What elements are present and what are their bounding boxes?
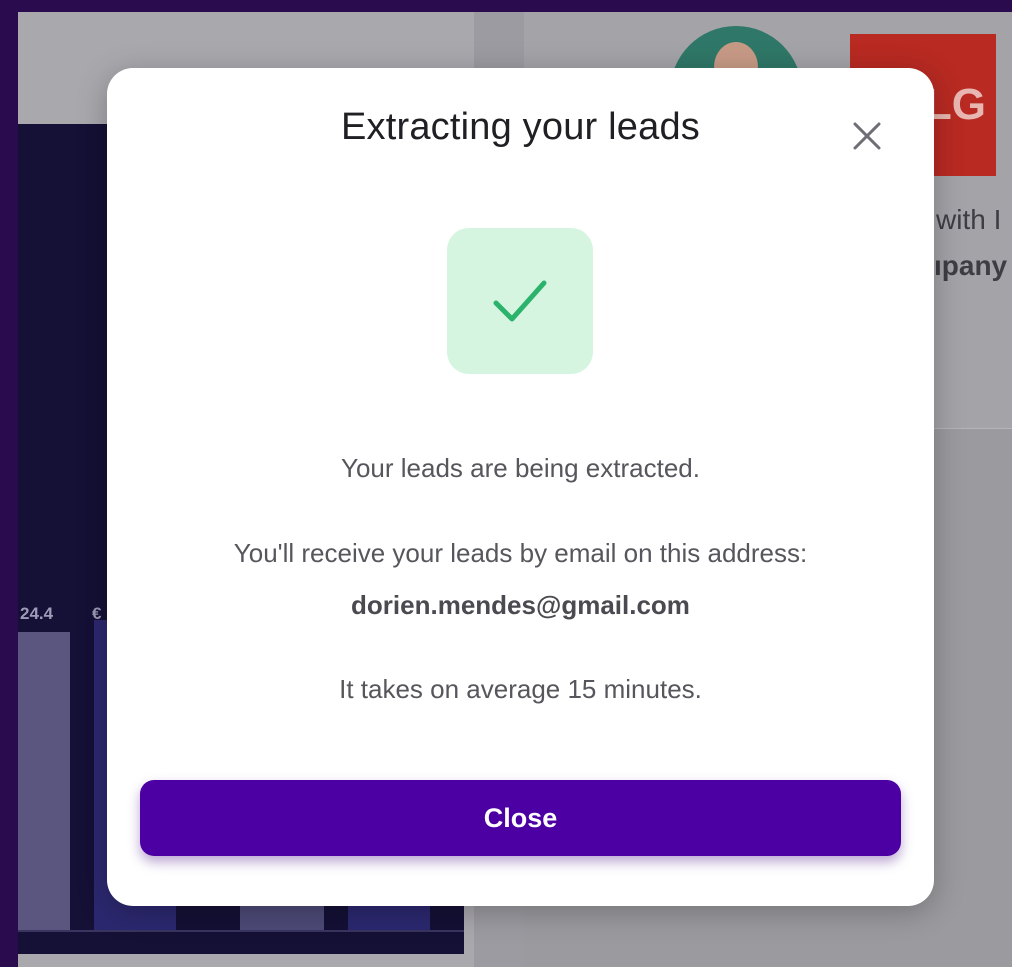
chart-value-label: 24.4 — [20, 604, 54, 623]
chart-bar — [18, 632, 70, 932]
modal-title: Extracting your leads — [340, 106, 701, 148]
chart-baseline — [18, 930, 464, 932]
email-intro-text: You'll receive your leads by email on th… — [233, 538, 808, 568]
profile-snippet-line1: with I — [936, 204, 1002, 235]
success-status-tile — [447, 228, 593, 374]
recipient-email: dorien.mendes@gmail.com — [351, 590, 690, 620]
duration-note: It takes on average 15 minutes. — [339, 674, 702, 704]
extraction-modal: Extracting your leads Your leads are bei… — [107, 68, 934, 906]
close-button[interactable]: Close — [140, 780, 901, 856]
extraction-status-message: Your leads are being extracted. — [341, 453, 700, 483]
check-icon — [493, 280, 547, 322]
chart-currency-label: € — [92, 604, 102, 623]
profile-snippet-line2: ıpany — [934, 250, 1008, 281]
company-logo-text: LG — [924, 80, 986, 129]
close-icon[interactable] — [847, 116, 887, 156]
